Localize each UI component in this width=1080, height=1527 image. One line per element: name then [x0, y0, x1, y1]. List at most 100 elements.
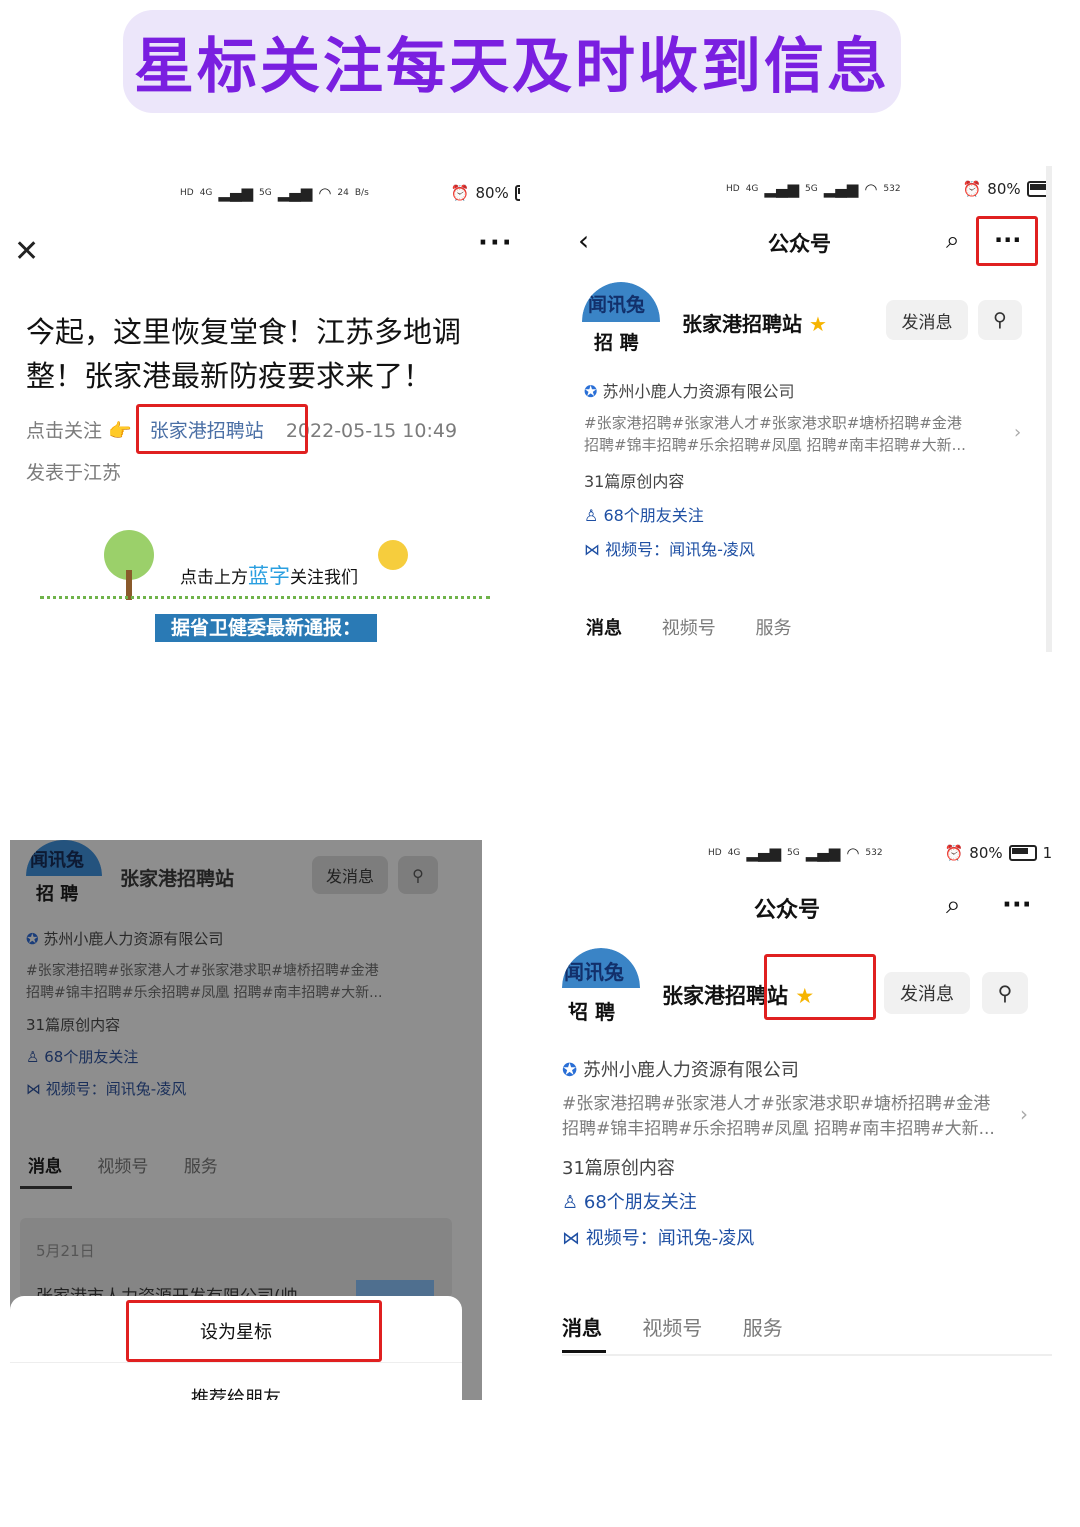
alarm-icon: ⏰ [962, 180, 982, 198]
signal-icon: ▂▄▆ [805, 844, 841, 862]
video-channel[interactable]: ⋈ 视频号：闻讯兔-凌风 [584, 536, 755, 560]
more-menu-icon[interactable]: ··· [1002, 890, 1032, 920]
video-channel-icon: ⋈ [26, 1080, 41, 1098]
verified-badge-icon: ✪ [584, 382, 598, 401]
highlight-account [136, 404, 308, 454]
user-icon: ♙ [584, 506, 599, 525]
signal-icon: ▂▄▆ [823, 180, 859, 198]
status-bar: HD 4G▂▄▆ 5G▂▄▆ ◠ 532 ⏰ 80% 10:16 [726, 180, 1046, 198]
title-banner: 星标关注每天及时收到信息 [123, 10, 901, 113]
highlight-more-button [976, 216, 1038, 266]
battery-icon [514, 185, 520, 201]
back-icon[interactable]: ‹ [578, 224, 589, 257]
battery-icon [1026, 181, 1046, 197]
message-date: 5月21日 [36, 1242, 95, 1260]
notice-heading: 据省卫健委最新通报： [155, 614, 377, 642]
star-icon: ★ [808, 312, 827, 336]
video-channel-icon: ⋈ [584, 540, 600, 559]
publish-date: 2022-05-15 10:49 [285, 420, 458, 442]
profile-tabs: 消息 视频号 服务 [28, 1157, 218, 1177]
wifi-icon: ◠ [846, 844, 860, 862]
recommend-option[interactable]: 推荐给朋友 [10, 1384, 462, 1400]
friends-following: ♙ 68个朋友关注 [26, 1048, 139, 1066]
battery-icon [1008, 845, 1037, 861]
alarm-icon: ⏰ [944, 844, 964, 862]
signal-icon: ▂▄▆ [277, 184, 313, 202]
account-tags[interactable]: #张家港招聘#张家港人才#张家港求职#塘桥招聘#金港 招聘#锦丰招聘#乐余招聘#… [562, 1092, 1008, 1142]
account-tags[interactable]: #张家港招聘#张家港人才#张家港求职#塘桥招聘#金港 招聘#锦丰招聘#乐余招聘#… [584, 412, 1014, 456]
user-icon: ♙ [26, 1048, 40, 1066]
video-channel-icon: ⋈ [562, 1228, 580, 1249]
message-card: 5月21日 张家港市人力资源开发有限公司(帅 [20, 1218, 452, 1307]
user-check-icon: ⚲ [997, 981, 1013, 1005]
grass-line [40, 596, 490, 603]
article-screen: HD 4G▂▄▆ 5G▂▄▆ ◠ 24 B/s ⏰ 80% 10:16 ✕ ··… [0, 170, 520, 650]
profile-screen: HD 4G▂▄▆ 5G▂▄▆ ◠ 532 ⏰ 80% 10:16 ‹ 公众号 ⌕… [562, 166, 1052, 652]
account-avatar: 闻讯兔 招 聘 [26, 840, 102, 910]
user-check-icon: ⚲ [412, 865, 424, 885]
follow-banner-image: 点击上方蓝字关注我们 [40, 530, 490, 610]
chevron-right-icon: › [1020, 1102, 1028, 1126]
active-tab-indicator [562, 1350, 606, 1353]
friends-following[interactable]: ♙ 68个朋友关注 [584, 502, 704, 526]
signal-icon: ▂▄▆ [764, 180, 800, 198]
banner-title: 星标关注每天及时收到信息 [134, 32, 890, 102]
alarm-icon: ⏰ [450, 184, 470, 202]
signal-icon: ▂▄▆ [746, 844, 782, 862]
search-icon[interactable]: ⌕ [946, 890, 961, 921]
follow-user-button[interactable]: ⚲ [398, 856, 438, 894]
status-bar: HD 4G▂▄▆ 5G▂▄▆ ◠ 24 B/s ⏰ 80% 10:16 [180, 184, 520, 202]
send-message-button[interactable]: 发消息 [886, 300, 968, 340]
starred-screen: HD 4G▂▄▆ 5G▂▄▆ ◠ 532 ⏰ 80% 10:16 公众号 ⌕ ·… [562, 830, 1052, 1360]
follow-prompt: 点击关注 [26, 420, 103, 442]
account-name: 张家港招聘站 ★ [682, 312, 827, 336]
page-title: 公众号 [754, 898, 821, 923]
video-channel: ⋈ 视频号：闻讯兔-凌风 [26, 1080, 187, 1098]
verified-company: ✪ 苏州小鹿人力资源有限公司 [26, 930, 224, 948]
account-tags: #张家港招聘#张家港人才#张家港求职#塘桥招聘#金港 招聘#锦丰招聘#乐余招聘#… [26, 963, 383, 1001]
highlight-set-star [126, 1300, 382, 1362]
account-name: 张家港招聘站 [120, 868, 235, 890]
more-menu-icon[interactable]: ··· [478, 228, 514, 258]
pointing-hand-icon: 👉 [108, 420, 132, 442]
account-avatar: 闻讯兔 招 聘 [582, 282, 660, 360]
close-icon[interactable]: ✕ [14, 234, 39, 269]
follow-user-button[interactable]: ⚲ [982, 972, 1028, 1014]
follow-user-button[interactable]: ⚲ [978, 300, 1022, 340]
sun-icon [378, 540, 408, 570]
tab-messages[interactable]: 消息 [586, 618, 622, 639]
tab-video[interactable]: 视频号 [642, 1316, 702, 1340]
menu-screen: 闻讯兔 招 聘 张家港招聘站 发消息 ⚲ ✪ 苏州小鹿人力资源有限公司 #张家港… [10, 840, 482, 1400]
wifi-icon: ◠ [318, 184, 332, 202]
profile-tabs: 消息 视频号 服务 [562, 1312, 783, 1341]
verified-badge-icon: ✪ [562, 1060, 578, 1081]
article-title: 今起，这里恢复堂食！江苏多地调整！张家港最新防疫要求来了！ [26, 315, 462, 393]
send-message-button[interactable]: 发消息 [884, 972, 970, 1014]
user-icon: ♙ [562, 1192, 579, 1213]
send-message-button[interactable]: 发消息 [312, 856, 388, 894]
user-check-icon: ⚲ [993, 309, 1007, 331]
battery-percent: 80% [475, 184, 509, 202]
tab-services[interactable]: 服务 [743, 1316, 783, 1340]
original-count: 31篇原创内容 [562, 1158, 675, 1179]
publish-location: 发表于江苏 [26, 462, 122, 484]
status-bar: HD 4G▂▄▆ 5G▂▄▆ ◠ 532 ⏰ 80% 10:16 [708, 844, 1052, 862]
verified-company: ✪ 苏州小鹿人力资源有限公司 [562, 1060, 799, 1081]
tab-services[interactable]: 服务 [755, 618, 791, 639]
account-avatar: 闻讯兔 招 聘 [562, 948, 640, 1028]
highlight-star [764, 954, 876, 1020]
original-count: 31篇原创内容 [26, 1016, 121, 1034]
search-icon[interactable]: ⌕ [946, 226, 959, 254]
profile-tabs: 消息 视频号 服务 [586, 614, 791, 640]
chevron-right-icon: › [1014, 422, 1022, 443]
hd-indicator: HD [180, 187, 194, 198]
page-title: 公众号 [768, 232, 831, 256]
tab-video[interactable]: 视频号 [662, 618, 716, 639]
video-channel[interactable]: ⋈ 视频号：闻讯兔-凌风 [562, 1224, 754, 1250]
signal-icon: ▂▄▆ [218, 184, 254, 202]
verified-company: ✪ 苏州小鹿人力资源有限公司 [584, 382, 795, 401]
verified-badge-icon: ✪ [26, 930, 39, 948]
friends-following[interactable]: ♙ 68个朋友关注 [562, 1188, 697, 1214]
tab-messages[interactable]: 消息 [562, 1316, 602, 1340]
wifi-icon: ◠ [864, 180, 878, 198]
